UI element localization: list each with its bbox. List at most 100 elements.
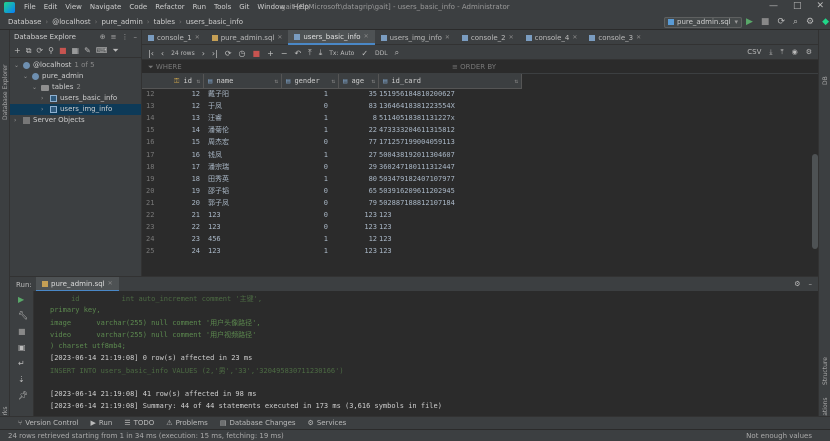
table-cell[interactable]: 12 [170,89,200,100]
table-cell[interactable]: 0 [282,186,328,197]
close-icon[interactable]: ✕ [445,34,450,41]
add-row-icon[interactable]: + [267,49,274,58]
table-cell[interactable]: 123 [208,210,278,221]
breadcrumb-localhost[interactable]: @localhost [52,18,90,26]
table-row[interactable]: 14 13 汪睿 1 8 51140518381131227x [142,113,522,124]
check-icon[interactable]: ✓ [361,49,368,58]
table-cell[interactable]: 29 [339,162,377,173]
table-cell[interactable]: 123 [339,222,377,233]
table-cell[interactable]: 15 [170,137,200,148]
upload-icon[interactable]: ⤒ [781,48,784,57]
table-cell[interactable]: 0 [282,198,328,209]
edit-icon[interactable]: ✎ [84,46,91,55]
table-cell[interactable]: 0 [282,222,328,233]
settings-icon[interactable]: ⚙ [794,280,800,288]
column-header-id[interactable]: ⚿ id ⇅ [170,74,204,89]
grid-icon[interactable]: ▦ [72,46,80,55]
database-tool-tab[interactable]: DB [822,76,829,85]
breadcrumb-tables[interactable]: tables [154,18,175,26]
table-cell[interactable]: 13646418381223554X [379,101,499,112]
table-cell[interactable]: 钱凤 [208,150,278,161]
sort-icon[interactable]: ⇅ [274,74,278,89]
run-tab[interactable]: pure_admin.sql ✕ [36,277,119,292]
expand-arrow-icon[interactable]: › [14,115,20,126]
history-icon[interactable]: ◷ [239,49,246,58]
menu-item-file[interactable]: File [24,3,36,11]
table-cell[interactable]: 360247180111312447 [379,162,499,173]
tool-window-services[interactable]: ⚙ Services [308,419,347,427]
sort-icon[interactable]: ⇅ [514,74,518,89]
table-cell[interactable]: 18 [170,174,200,185]
column-header-gender[interactable]: ▤ gender ⇅ [282,74,339,89]
maximize-button[interactable]: □ [793,1,802,11]
table-cell[interactable]: 21 [170,210,200,221]
view-icon[interactable]: ◉ [792,48,798,57]
database-explorer-tool-tab[interactable]: Database Explorer [2,64,9,120]
layout-icon[interactable]: ▣ [18,343,26,352]
table-cell[interactable]: 123 [379,222,499,233]
grid-scrollbar[interactable] [812,154,818,249]
close-icon[interactable]: ✕ [572,34,577,41]
submit-icon[interactable]: ⤒ [308,48,312,58]
where-filter-input[interactable]: ⏷ WHERE [148,63,182,72]
tree-item[interactable]: ⌄ pure_admin [10,71,141,82]
structure-tool-tab[interactable]: Structure [822,357,829,385]
table-cell[interactable]: 1 [282,150,328,161]
table-cell[interactable]: 12 [170,101,200,112]
remove-row-icon[interactable]: − [281,49,288,58]
tree-item[interactable]: › users_img_info [10,104,141,115]
minimize-button[interactable]: — [769,1,778,11]
table-cell[interactable]: 于凤 [208,101,278,112]
close-icon[interactable]: ✕ [277,34,282,41]
refresh-icon[interactable]: ⟳ [36,46,43,55]
menu-item-refactor[interactable]: Refactor [155,3,184,11]
tool-window-version-control[interactable]: ⑂ Version Control [18,419,78,427]
table-cell[interactable]: 500438192011304607 [379,150,499,161]
table-cell[interactable]: 潘宗瑞 [208,162,278,173]
close-icon[interactable]: ✕ [636,34,641,41]
table-cell[interactable]: 65 [339,186,377,197]
expand-arrow-icon[interactable]: ⌄ [14,60,20,71]
table-row[interactable]: 16 15 周杰宏 0 77 171257199004059113 [142,137,522,148]
tab-console-4[interactable]: console_4 ✕ [520,30,584,45]
tree-item[interactable]: ⌄ tables 2 [10,82,141,93]
transaction-mode-select[interactable]: Tx: Auto [329,50,354,57]
tab-pure-admin-sql[interactable]: pure_admin.sql ✕ [206,30,289,45]
table-cell[interactable]: 20 [170,198,200,209]
table-cell[interactable]: 0 [282,101,328,112]
tool-window-run[interactable]: ▶ Run [90,419,112,427]
table-cell[interactable]: 14 [170,125,200,136]
menu-item-run[interactable]: Run [193,3,206,11]
tree-item[interactable]: › Server Objects [10,115,141,126]
export-format-select[interactable]: CSV [747,48,761,57]
tree-item[interactable]: › users_basic_info [10,93,141,104]
table-cell[interactable]: 8 [339,113,377,124]
expand-arrow-icon[interactable]: › [41,104,47,115]
table-cell[interactable]: 123 [379,210,499,221]
table-cell[interactable]: 0 [282,137,328,148]
table-cell[interactable]: 周杰宏 [208,137,278,148]
table-row[interactable]: 12 12 戴子阳 1 35 151956184810200627 [142,89,522,100]
cancel-query-icon[interactable]: ■ [253,49,261,58]
menu-item-code[interactable]: Code [129,3,147,11]
table-row[interactable]: 19 18 田秀英 1 80 503479182407107977 [142,174,522,185]
breadcrumb-table[interactable]: users_basic_info [186,18,243,26]
table-cell[interactable]: 123 [208,222,278,233]
column-header-age[interactable]: ▤ age ⇅ [339,74,379,89]
run-configuration-select[interactable]: pure_admin.sql ▾ [664,17,742,28]
table-cell[interactable]: 503479182407107977 [379,174,499,185]
table-cell[interactable]: 0 [282,210,328,221]
wrench-icon[interactable]: 🔧︎ [18,311,28,320]
table-cell[interactable]: 503916209611202945 [379,186,499,197]
table-cell[interactable]: 1 [282,89,328,100]
tab-console-2[interactable]: console_2 ✕ [456,30,520,45]
table-cell[interactable]: 123 [339,210,377,221]
table-cell[interactable]: 郭子凤 [208,198,278,209]
table-cell[interactable]: 123 [339,246,377,257]
rows-count[interactable]: 24 rows [171,50,195,57]
table-cell[interactable]: 51140518381131227x [379,113,499,124]
hide-icon[interactable]: – [809,280,813,288]
table-cell[interactable]: 24 [170,246,200,257]
table-row[interactable]: 18 17 潘宗瑞 0 29 360247180111312447 [142,162,522,173]
reload-icon[interactable]: ⟳ [225,49,232,58]
